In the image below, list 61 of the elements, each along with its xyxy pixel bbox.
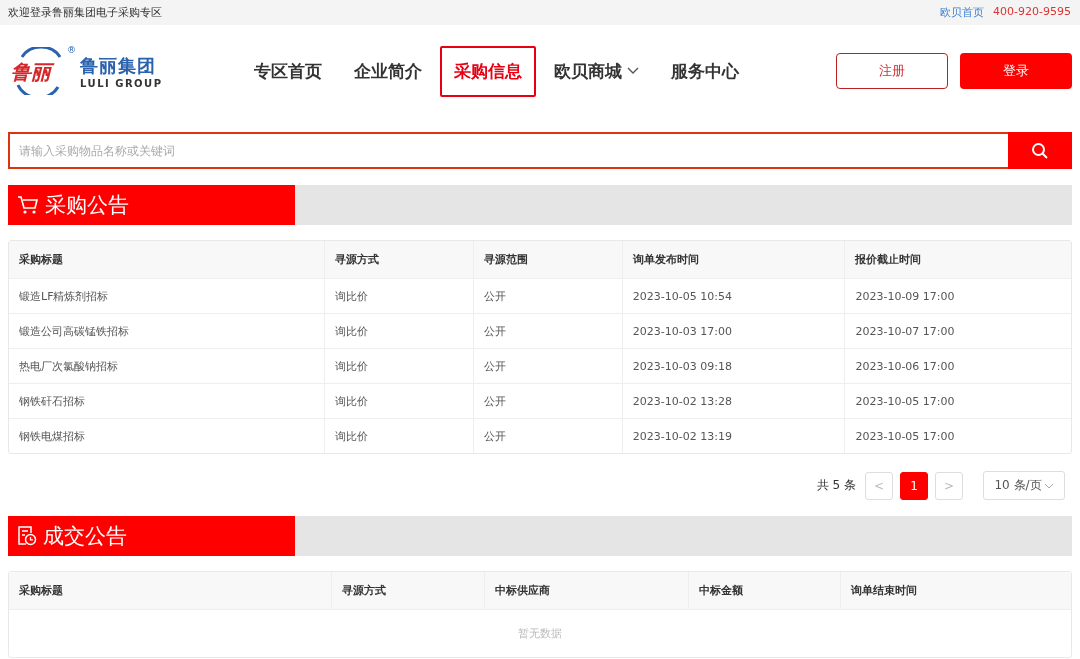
total-count: 共 5 条: [816, 477, 856, 494]
table-cell: 公开: [484, 393, 507, 409]
registered-mark: ®: [67, 45, 76, 55]
column-header: 寻源方式: [335, 252, 380, 267]
column-header: 寻源范围: [484, 252, 529, 267]
caret-icon: [1043, 482, 1054, 489]
table-cell: 2023-10-05 17:00: [855, 429, 955, 443]
table-cell: 询比价: [335, 323, 369, 339]
register-button[interactable]: 注册: [836, 53, 948, 89]
table-cell: 2023-10-09 17:00: [855, 289, 955, 303]
table-cell: 钢铁电煤招标: [19, 428, 85, 444]
page-button[interactable]: 1: [900, 471, 928, 500]
table-cell: 2023-10-03 17:00: [632, 324, 732, 338]
cart-icon: [17, 195, 39, 215]
table-cell: 询比价: [335, 428, 369, 444]
page-size-select[interactable]: 10 条/页: [983, 471, 1065, 500]
table-cell: 公开: [484, 288, 507, 304]
table-cell: 钢铁矸石招标: [19, 393, 85, 409]
empty-message: 暂无数据: [518, 626, 562, 641]
nav-tab[interactable]: 专区首页: [240, 45, 336, 97]
logo-name: 鲁丽集团: [80, 53, 157, 78]
table-cell: 2023-10-05 10:54: [632, 289, 732, 303]
nav-tab[interactable]: 服务中心: [657, 45, 753, 97]
table-cell: 询比价: [335, 358, 369, 374]
table-cell: 询比价: [335, 393, 369, 409]
table-cell: 2023-10-05 17:00: [855, 394, 955, 408]
column-header: 采购标题: [19, 583, 63, 598]
section-title: 采购公告: [45, 192, 129, 219]
login-button[interactable]: 登录: [960, 53, 1072, 89]
table-cell: 公开: [484, 358, 507, 374]
search-icon: [1031, 141, 1049, 160]
table-cell: 询比价: [335, 288, 369, 304]
table-cell: 2023-10-02 13:28: [632, 394, 732, 408]
column-header: 采购标题: [19, 252, 63, 267]
home-link[interactable]: 欧贝首页: [940, 5, 985, 20]
column-header: 询单结束时间: [851, 583, 918, 598]
table-cell: 锻造LF精炼剂招标: [19, 288, 109, 304]
logo-name-english: LULI GROUP: [80, 77, 163, 89]
column-header: 中标金额: [698, 583, 743, 598]
search-field[interactable]: 请输入采购物品名称或关键词: [8, 132, 1008, 169]
nav-tab[interactable]: 企业简介: [340, 45, 436, 97]
table-cell: 锻造公司高碳锰铁招标: [19, 323, 129, 339]
column-header: 中标供应商: [495, 583, 551, 598]
document-clock-icon: [17, 526, 37, 546]
nav-tab[interactable]: 采购信息: [440, 45, 536, 97]
table-cell: 2023-10-07 17:00: [855, 324, 955, 338]
phone-number: 400-920-9595: [993, 5, 1071, 20]
nav-tab[interactable]: 欧贝商城: [540, 45, 653, 97]
table-cell: 2023-10-02 13:19: [632, 429, 732, 443]
column-header: 报价截止时间: [855, 252, 922, 267]
table-cell: 热电厂次氯酸钠招标: [19, 358, 118, 374]
section-title: 成交公告: [43, 523, 127, 550]
caret-icon: [627, 67, 639, 75]
search-button[interactable]: [1008, 132, 1072, 169]
table-cell: 2023-10-03 09:18: [632, 359, 732, 373]
welcome-text: 欢迎登录鲁丽集团电子采购专区: [8, 5, 162, 20]
table-cell: 公开: [484, 323, 507, 339]
table-cell: 2023-10-06 17:00: [855, 359, 955, 373]
table-cell: 公开: [484, 428, 507, 444]
column-header: 寻源方式: [342, 583, 387, 598]
column-header: 询单发布时间: [632, 252, 699, 267]
